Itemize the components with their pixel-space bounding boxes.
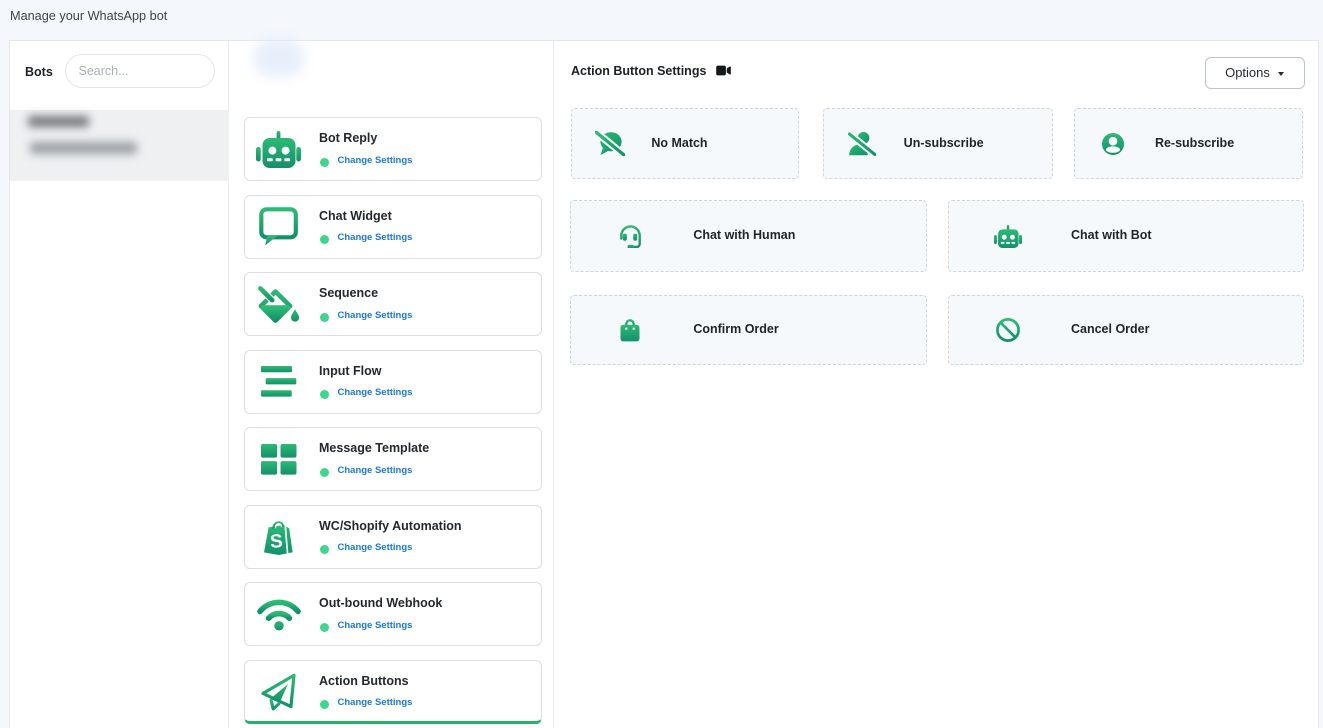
svg-text:S: S — [269, 530, 283, 552]
